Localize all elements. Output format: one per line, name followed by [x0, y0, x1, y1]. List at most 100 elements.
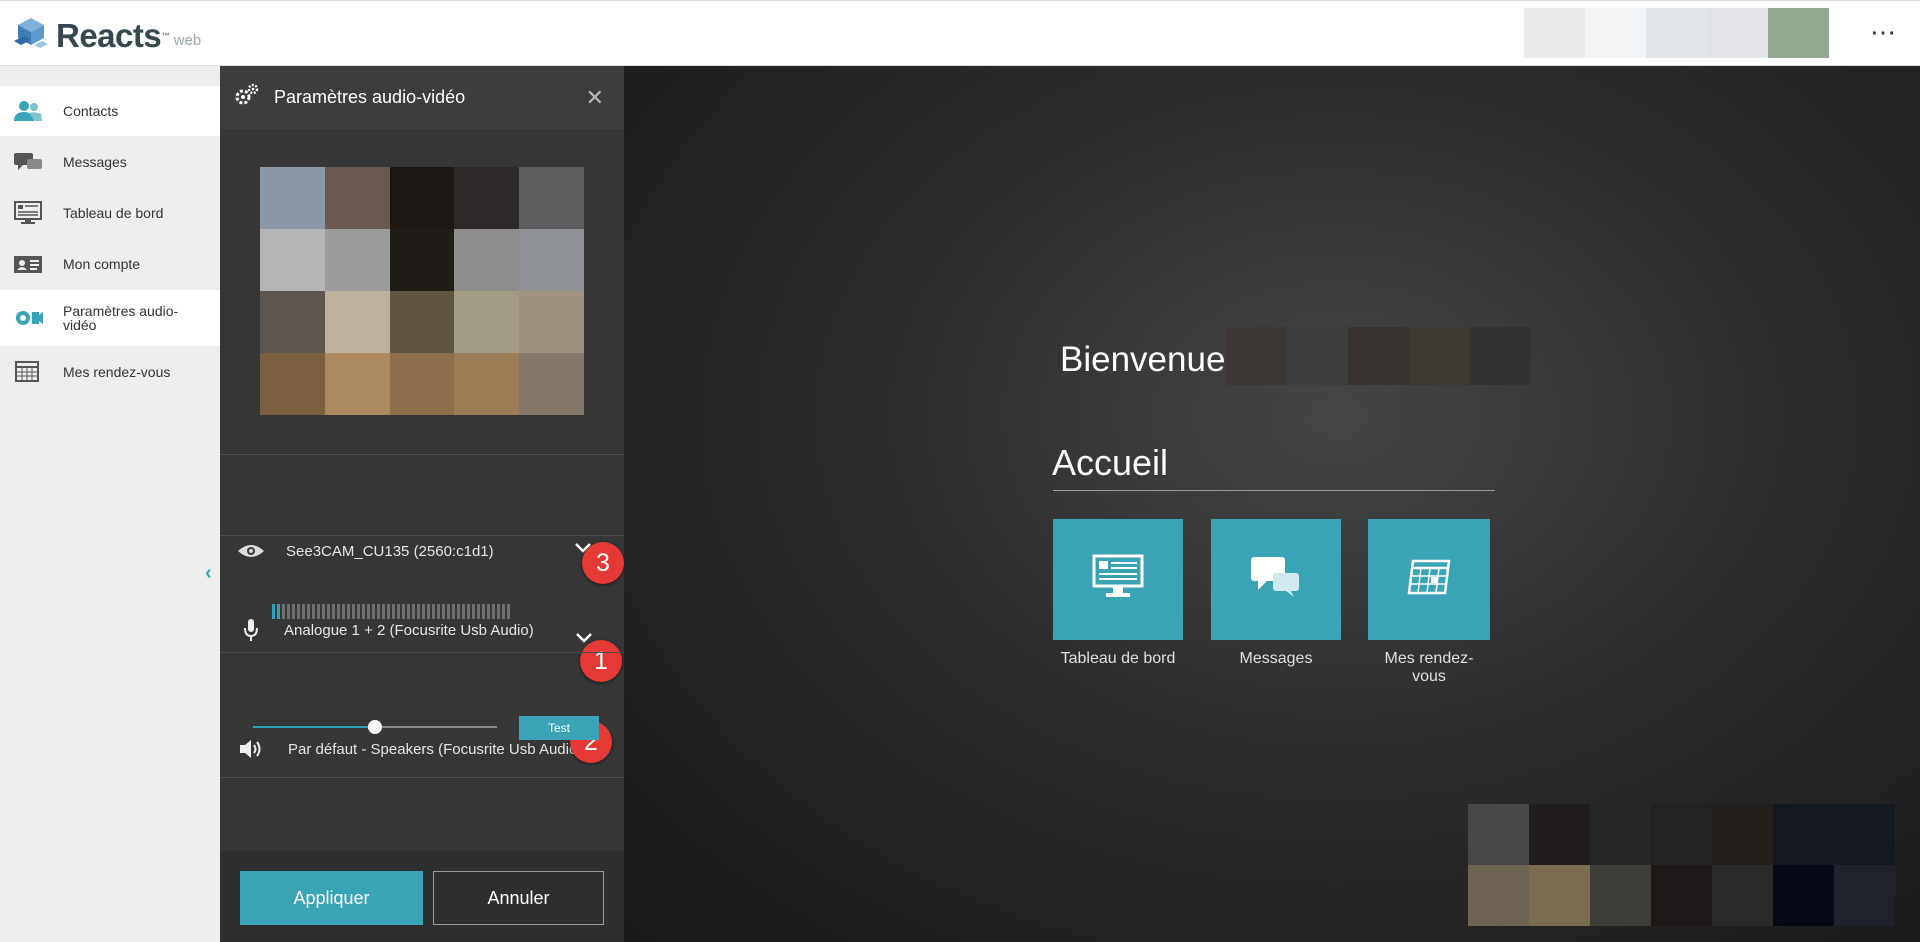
top-bar: Reacts™ web ⋯: [0, 0, 1920, 66]
app-suffix: web: [173, 32, 202, 49]
sidebar-item-label: Tableau de bord: [63, 205, 164, 221]
page-title: Accueil: [1052, 442, 1169, 483]
level-bar: [297, 604, 300, 619]
volume-slider[interactable]: [253, 720, 497, 734]
account-card-icon: [13, 252, 43, 276]
level-bar: [277, 604, 280, 619]
messages-icon: [13, 150, 43, 174]
test-speaker-button[interactable]: Test: [519, 716, 599, 740]
speaker-value: Par défaut - Speakers (Focusrite Usb Aud…: [288, 740, 574, 758]
level-bar: [472, 604, 475, 619]
level-bar: [322, 604, 325, 619]
eye-icon: [236, 543, 266, 559]
level-bar: [372, 604, 375, 619]
level-bar: [392, 604, 395, 619]
sidebar-item-contacts[interactable]: Contacts: [0, 86, 220, 136]
level-bar: [452, 604, 455, 619]
level-bar: [467, 604, 470, 619]
welcome-text: Bienvenue: [1060, 340, 1226, 379]
microphone-level-meter: [272, 604, 510, 619]
camera-value: See3CAM_CU135 (2560:c1d1): [286, 542, 494, 560]
sidebar-item-label: Mon compte: [63, 256, 141, 272]
level-bar: [312, 604, 315, 619]
sidebar-item-appointments[interactable]: Mes rendez-vous: [0, 347, 220, 397]
level-bar: [432, 604, 435, 619]
audio-video-settings-panel: Paramètres audio-vidéo ✕ See3CAM_CU135 (…: [220, 66, 624, 942]
level-bar: [427, 604, 430, 619]
level-bar: [332, 604, 335, 619]
level-bar: [292, 604, 295, 619]
level-bar: [337, 604, 340, 619]
close-icon[interactable]: ✕: [586, 85, 604, 111]
microphone-value: Analogue 1 + 2 (Focusrite Usb Audio): [284, 621, 534, 639]
level-bar: [382, 604, 385, 619]
tile-appointments[interactable]: [1368, 519, 1490, 640]
app-logo[interactable]: Reacts™ web: [14, 15, 201, 53]
reacts-logo-icon: [14, 15, 48, 53]
sidebar-item-audio-video-settings[interactable]: Paramètres audio-vidéo: [0, 290, 220, 346]
level-bar: [407, 604, 410, 619]
calendar-grid-icon: [1405, 555, 1453, 604]
sidebar-item-dashboard[interactable]: Tableau de bord: [0, 188, 220, 238]
sidebar-item-label: Paramètres audio-vidéo: [63, 303, 179, 333]
level-bar: [477, 604, 480, 619]
level-bar: [327, 604, 330, 619]
sidebar-item-account[interactable]: Mon compte: [0, 239, 220, 289]
volume-slider-handle[interactable]: [368, 720, 382, 734]
level-bar: [397, 604, 400, 619]
level-bar: [307, 604, 310, 619]
tile-messages[interactable]: [1211, 519, 1341, 640]
contacts-icon: [13, 99, 43, 123]
cancel-button[interactable]: Annuler: [433, 871, 604, 925]
camera-preview: [260, 167, 584, 415]
level-bar: [442, 604, 445, 619]
level-bar: [412, 604, 415, 619]
tile-label: Mes rendez-vous: [1384, 650, 1474, 685]
annotation-badge-1: 1: [580, 640, 622, 682]
divider: [220, 535, 624, 536]
user-name-redacted: [1226, 327, 1531, 385]
level-bar: [447, 604, 450, 619]
camera-select[interactable]: See3CAM_CU135 (2560:c1d1): [220, 535, 624, 567]
dashboard-monitor-icon: [1091, 553, 1145, 606]
collapse-sidebar-icon[interactable]: ‹: [205, 562, 212, 585]
divider: [220, 454, 624, 455]
annotation-badge-3: 3: [582, 542, 624, 584]
level-bar: [352, 604, 355, 619]
sidebar-item-messages[interactable]: Messages: [0, 137, 220, 187]
level-bar: [357, 604, 360, 619]
speaker-icon: [236, 738, 266, 760]
sidebar-item-label: Messages: [63, 154, 127, 170]
level-bar: [487, 604, 490, 619]
level-bar: [272, 604, 275, 619]
self-view-thumbnail[interactable]: [1468, 804, 1895, 926]
tile-label: Tableau de bord: [1060, 650, 1176, 667]
level-bar: [497, 604, 500, 619]
chat-bubbles-icon: [1249, 553, 1303, 606]
app-name: Reacts™: [56, 17, 170, 54]
level-bar: [437, 604, 440, 619]
divider: [220, 652, 624, 653]
level-bar: [317, 604, 320, 619]
level-bar: [287, 604, 290, 619]
main-content: Bienvenue Accueil Tableau de bord Messag…: [624, 66, 1920, 942]
level-bar: [347, 604, 350, 619]
microphone-icon: [236, 618, 266, 642]
level-bar: [377, 604, 380, 619]
level-bar: [302, 604, 305, 619]
sidebar-item-label: Mes rendez-vous: [63, 364, 171, 380]
panel-footer: Appliquer Annuler: [220, 851, 624, 942]
tile-label: Messages: [1239, 650, 1313, 667]
apply-button[interactable]: Appliquer: [240, 871, 423, 925]
panel-header: Paramètres audio-vidéo ✕: [220, 66, 624, 129]
more-menu-icon[interactable]: ⋯: [1870, 15, 1898, 49]
level-bar: [457, 604, 460, 619]
sidebar-item-label: Contacts: [63, 103, 119, 119]
level-bar: [402, 604, 405, 619]
user-avatar-redacted[interactable]: [1524, 8, 1829, 58]
tile-dashboard[interactable]: [1053, 519, 1183, 640]
calendar-icon: [13, 360, 43, 384]
level-bar: [462, 604, 465, 619]
level-bar: [362, 604, 365, 619]
audio-video-settings-icon: [13, 306, 43, 330]
